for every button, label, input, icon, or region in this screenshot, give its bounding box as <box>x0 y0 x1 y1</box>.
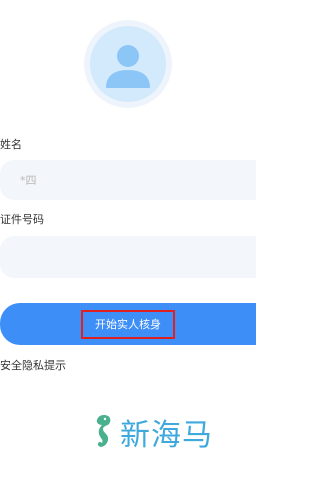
id-number-label: 证件号码 <box>0 213 44 226</box>
name-field[interactable] <box>0 160 256 200</box>
watermark: 新海马 <box>90 410 213 454</box>
watermark-text: 新海马 <box>120 418 213 453</box>
user-avatar-icon <box>90 26 166 102</box>
avatar <box>84 20 172 108</box>
id-number-field[interactable] <box>0 236 256 278</box>
privacy-notice-link[interactable]: 安全隐私提示 <box>0 357 66 373</box>
start-verification-button-label: 开始实人核身 <box>81 309 175 339</box>
seahorse-logo-icon <box>96 415 111 447</box>
name-label: 姓名 <box>0 138 22 151</box>
start-verification-button[interactable]: 开始实人核身 <box>0 303 256 345</box>
identity-verification-page: 姓名 证件号码 开始实人核身 安全隐私提示 新海马 <box>0 0 256 480</box>
